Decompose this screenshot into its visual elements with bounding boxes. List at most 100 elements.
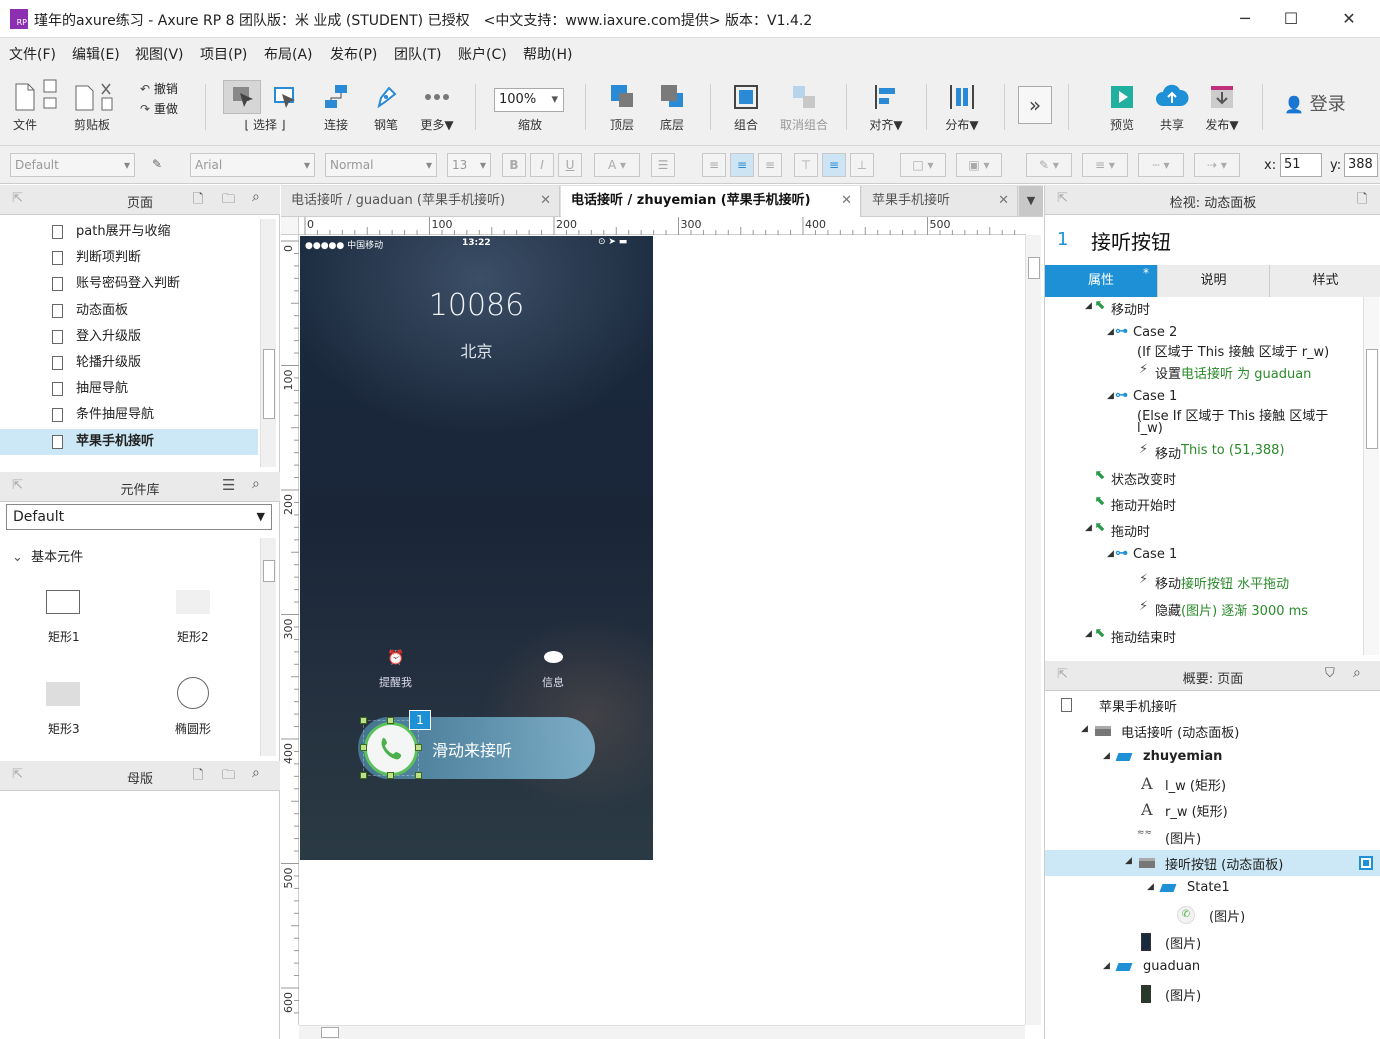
- scroll-thumb[interactable]: [263, 349, 275, 419]
- menu-file[interactable]: 文件(F): [9, 44, 56, 64]
- page-item[interactable]: 账号密码登入判断: [0, 271, 258, 297]
- interaction-row[interactable]: ⚡ 隐藏 (图片) 逐渐 3000 ms: [1045, 599, 1363, 620]
- filter-icon[interactable]: ⛉: [1325, 666, 1335, 681]
- widget-rectangle1[interactable]: [46, 590, 80, 614]
- connect-button[interactable]: 连接: [318, 82, 354, 133]
- search-icon[interactable]: ⌕: [252, 476, 260, 492]
- tab-properties[interactable]: 属性 *: [1045, 265, 1157, 297]
- maximize-button[interactable]: ☐: [1268, 4, 1314, 34]
- align-text-left-icon[interactable]: ≡: [702, 153, 726, 177]
- italic-icon[interactable]: I: [530, 153, 554, 177]
- outline-item[interactable]: ◢ 电话接听 (动态面板): [1045, 718, 1380, 744]
- interaction-row[interactable]: (If 区域于 This 接触 区域于 r_w): [1045, 341, 1363, 361]
- outline-item[interactable]: ◢ zhuyemian: [1045, 745, 1380, 771]
- style-editor-icon[interactable]: ✎: [145, 153, 169, 177]
- tab-notes[interactable]: 说明: [1157, 265, 1269, 297]
- close-icon[interactable]: ✕: [998, 186, 1009, 216]
- canvas-vertical-scrollbar[interactable]: [1025, 235, 1041, 1025]
- tree-expand-icon[interactable]: ◢: [1125, 856, 1132, 866]
- style-select[interactable]: Default: [10, 153, 135, 177]
- search-icon[interactable]: ⌕: [252, 189, 260, 205]
- menu-project[interactable]: 项目(P): [200, 44, 247, 64]
- resize-handle[interactable]: [360, 772, 367, 779]
- library-select[interactable]: Default ▼: [6, 504, 272, 530]
- tab-zhuyemian[interactable]: 电话接听 / zhuyemian (苹果手机接听) ✕: [561, 186, 861, 217]
- widget-name-field[interactable]: 接听按钮: [1091, 226, 1351, 254]
- tree-expand-icon[interactable]: ◢: [1085, 629, 1092, 639]
- menu-edit[interactable]: 编辑(E): [72, 44, 120, 64]
- library-section[interactable]: ⌄ 基本元件: [12, 546, 83, 565]
- menu-team[interactable]: 团队(T): [394, 44, 441, 64]
- tree-expand-icon[interactable]: ◢: [1085, 301, 1092, 311]
- page-item[interactable]: 抽屉导航: [0, 376, 258, 402]
- tab-guaduan[interactable]: 电话接听 / guaduan (苹果手机接听) ✕: [281, 186, 560, 216]
- page-item[interactable]: path展开与收缩: [0, 219, 258, 245]
- outline-item[interactable]: ◢ 接听按钮 (动态面板): [1045, 849, 1380, 876]
- menu-help[interactable]: 帮助(H): [523, 44, 572, 64]
- font-color-icon[interactable]: A ▾: [594, 153, 640, 177]
- add-folder-icon[interactable]: 🗀: [222, 190, 235, 212]
- valign-bottom-icon[interactable]: ⊥: [850, 153, 874, 177]
- resize-handle[interactable]: [415, 744, 422, 751]
- tab-list-dropdown[interactable]: ▼: [1019, 186, 1043, 216]
- outline-item[interactable]: Ar_w (矩形): [1045, 797, 1380, 823]
- send-to-back-button[interactable]: 底层: [654, 82, 690, 133]
- distribute-button[interactable]: 分布▼: [940, 82, 984, 133]
- bullet-list-icon[interactable]: ☰: [651, 153, 675, 177]
- tree-expand-icon[interactable]: ◢: [1147, 882, 1154, 892]
- outline-item[interactable]: ≈≈ (图片): [1045, 824, 1380, 850]
- resize-handle[interactable]: [360, 717, 367, 724]
- pages-scrollbar[interactable]: [260, 219, 276, 467]
- clipboard-button[interactable]: 剪贴板: [72, 82, 113, 133]
- valign-middle-icon[interactable]: ≡: [822, 153, 846, 177]
- interaction-row[interactable]: ⚡ 移动 This to (51,388): [1045, 442, 1363, 463]
- add-master-icon[interactable]: 🗋: [193, 766, 203, 788]
- x-input[interactable]: 51: [1280, 153, 1322, 177]
- canvas-area[interactable]: 0 100 200 300 400 500 0 100 200 300 400 500 600 ●●●…: [281, 217, 1043, 1039]
- menu-view[interactable]: 视图(V): [135, 44, 184, 64]
- font-weight-select[interactable]: Normal: [325, 153, 437, 177]
- close-button[interactable]: ✕: [1326, 4, 1372, 34]
- font-size-select[interactable]: 13: [447, 153, 491, 177]
- save-icon[interactable]: [42, 78, 58, 112]
- preview-button[interactable]: 预览: [1104, 82, 1140, 133]
- page-item[interactable]: 苹果手机接听: [0, 428, 258, 455]
- share-button[interactable]: 共享: [1152, 82, 1192, 133]
- page-item[interactable]: 条件抽屉导航: [0, 402, 258, 428]
- interaction-row[interactable]: l_w): [1045, 421, 1363, 441]
- group-button[interactable]: 组合: [728, 82, 764, 133]
- align-button[interactable]: 对齐▼: [864, 82, 908, 133]
- outline-item[interactable]: ◢ State1: [1045, 876, 1380, 902]
- ungroup-button[interactable]: 取消组合: [776, 82, 832, 133]
- menu-icon[interactable]: ☰: [222, 476, 235, 494]
- interaction-row[interactable]: ⚡ 移动 接听按钮 水平拖动: [1045, 572, 1363, 593]
- search-icon[interactable]: ⌕: [252, 765, 260, 781]
- tree-expand-icon[interactable]: ◢: [1107, 327, 1114, 337]
- inspector-scrollbar[interactable]: [1363, 297, 1379, 655]
- login-button[interactable]: 👤 登录: [1284, 90, 1346, 116]
- scroll-thumb[interactable]: [321, 1027, 339, 1038]
- widget-rectangle2[interactable]: [176, 590, 210, 614]
- bold-icon[interactable]: B: [502, 153, 526, 177]
- interaction-row[interactable]: ◢ ⬉ 拖动时: [1045, 520, 1363, 541]
- interaction-row[interactable]: ◢ ⬉ 移动时: [1045, 298, 1363, 319]
- widget-ellipse[interactable]: [177, 677, 209, 709]
- tree-expand-icon[interactable]: ◢: [1107, 549, 1114, 559]
- align-text-center-icon[interactable]: ≡: [730, 153, 754, 177]
- outline-item[interactable]: (图片): [1045, 981, 1380, 1007]
- tab-page[interactable]: 苹果手机接听 ✕: [862, 186, 1018, 216]
- align-text-right-icon[interactable]: ≡: [758, 153, 782, 177]
- zoom-select[interactable]: 100% ▾: [494, 88, 564, 112]
- page-icon[interactable]: 🗋: [1357, 190, 1367, 212]
- resize-handle[interactable]: [387, 717, 394, 724]
- page-item[interactable]: 轮播升级版: [0, 350, 258, 376]
- menu-account[interactable]: 账户(C): [458, 44, 507, 64]
- select-mode-button[interactable]: [223, 80, 261, 114]
- interaction-row[interactable]: ⬉ 拖动开始时: [1045, 494, 1363, 515]
- tree-expand-icon[interactable]: ◢: [1103, 751, 1110, 761]
- page-item[interactable]: 登入升级版: [0, 324, 258, 350]
- menu-publish[interactable]: 发布(P): [330, 44, 377, 64]
- add-folder-icon[interactable]: 🗀: [222, 766, 235, 788]
- y-input[interactable]: 388: [1344, 153, 1378, 177]
- fill-color-icon[interactable]: □ ▾: [900, 153, 946, 177]
